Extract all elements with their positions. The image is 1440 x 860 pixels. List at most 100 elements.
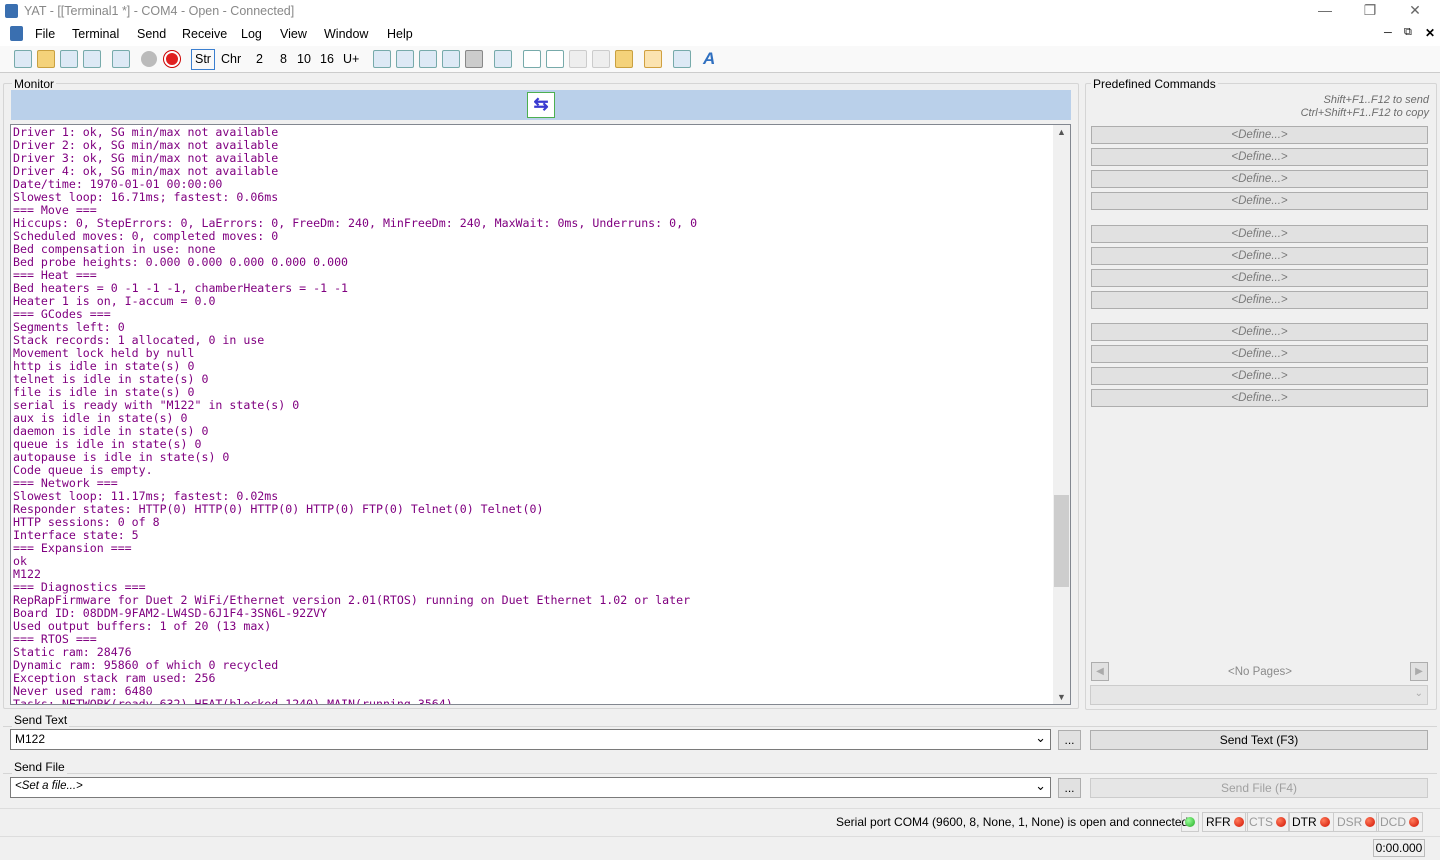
terminal-icon: [10, 26, 23, 41]
predefined-command-button[interactable]: <Define...>: [1091, 323, 1428, 341]
vertical-scrollbar[interactable]: ▲ ▼: [1053, 125, 1070, 704]
new-terminal-icon[interactable]: [14, 50, 32, 68]
predefined-command-button[interactable]: <Define...>: [1091, 225, 1428, 243]
scroll-up-icon[interactable]: ▲: [1057, 127, 1066, 137]
refresh-icon[interactable]: [396, 50, 414, 68]
log-view-icon[interactable]: [592, 50, 610, 68]
send-hint: Shift+F1..F12 to send: [1323, 94, 1429, 106]
menu-bar: File Terminal Send Receive Log View Wind…: [0, 22, 1440, 46]
prev-page-button[interactable]: ◀: [1091, 662, 1109, 681]
send-text-button[interactable]: Send Text (F3): [1090, 730, 1428, 750]
radix-10-button[interactable]: 10: [297, 52, 311, 66]
monitor-line: Slowest loop: 16.71ms; fastest: 0.06ms: [13, 190, 279, 204]
terminal-settings-icon[interactable]: [112, 50, 130, 68]
send-text-label: Send Text: [12, 713, 70, 727]
predefined-command-button[interactable]: <Define...>: [1091, 192, 1428, 210]
predefined-command-button[interactable]: <Define...>: [1091, 291, 1428, 309]
radix-16-button[interactable]: 16: [320, 52, 334, 66]
scroll-thumb[interactable]: [1054, 495, 1069, 587]
signal-rfr[interactable]: RFR: [1202, 812, 1248, 832]
bidirectional-icon[interactable]: ⇆: [527, 92, 555, 118]
send-text-browse-button[interactable]: ...: [1058, 730, 1081, 750]
page-select[interactable]: ⌄: [1090, 685, 1428, 705]
log-on-icon[interactable]: [546, 50, 564, 68]
save-terminal-icon[interactable]: [60, 50, 78, 68]
predefined-command-button[interactable]: <Define...>: [1091, 345, 1428, 363]
signal-label: DTR: [1292, 815, 1317, 829]
menu-receive[interactable]: Receive: [182, 27, 227, 41]
signal-label: DSR: [1337, 815, 1363, 829]
print-icon[interactable]: [465, 50, 483, 68]
menu-send[interactable]: Send: [137, 27, 166, 41]
mdi-restore-button[interactable]: ⧉: [1404, 26, 1412, 39]
radix-unicode-button[interactable]: U+: [343, 52, 359, 66]
signal-led-icon: [1233, 817, 1244, 827]
open-terminal-icon[interactable]: [37, 50, 55, 68]
title-bar: YAT - [[Terminal1 *] - COM4 - Open - Con…: [0, 0, 1440, 22]
radix-str-button[interactable]: Str: [191, 49, 215, 70]
signal-dtr[interactable]: DTR: [1288, 812, 1334, 832]
close-button[interactable]: ✕: [1400, 2, 1430, 20]
send-text-value: M122: [15, 732, 46, 746]
monitor-line: Used output buffers: 1 of 20 (13 max): [13, 619, 272, 633]
restore-button[interactable]: ❐: [1355, 2, 1385, 20]
log-folder-icon[interactable]: [615, 50, 633, 68]
copy-icon[interactable]: [419, 50, 437, 68]
send-file-label: Send File: [12, 760, 67, 774]
log-settings-icon[interactable]: [523, 50, 541, 68]
log-off-icon[interactable]: [569, 50, 587, 68]
send-file-input[interactable]: <Set a file...> ⌄: [10, 777, 1051, 798]
find-icon[interactable]: [494, 50, 512, 68]
menu-terminal[interactable]: Terminal: [72, 27, 119, 41]
next-page-button[interactable]: ▶: [1410, 662, 1428, 681]
send-file-browse-button[interactable]: ...: [1058, 778, 1081, 798]
signal-dcd[interactable]: DCD: [1376, 812, 1423, 832]
send-text-input[interactable]: M122 ⌄: [10, 729, 1051, 750]
menu-help[interactable]: Help: [387, 27, 413, 41]
chevron-down-icon[interactable]: ⌄: [1035, 730, 1046, 746]
comment-icon[interactable]: [644, 50, 662, 68]
predefined-command-button[interactable]: <Define...>: [1091, 247, 1428, 265]
monitor-line: Tasks: NETWORK(ready,632) HEAT(blocked,1…: [13, 697, 453, 705]
chevron-down-icon[interactable]: ⌄: [1035, 778, 1046, 794]
predefined-command-button[interactable]: <Define...>: [1091, 269, 1428, 287]
predefined-command-button[interactable]: <Define...>: [1091, 148, 1428, 166]
save-all-icon[interactable]: [83, 50, 101, 68]
send-file-button[interactable]: Send File (F4): [1090, 778, 1428, 798]
radix-8-button[interactable]: 8: [280, 52, 287, 66]
predefined-command-button[interactable]: <Define...>: [1091, 126, 1428, 144]
minimize-button[interactable]: —: [1310, 2, 1340, 20]
menu-log[interactable]: Log: [241, 27, 262, 41]
menu-view[interactable]: View: [280, 27, 307, 41]
copy-hint: Ctrl+Shift+F1..F12 to copy: [1300, 107, 1429, 119]
predefined-command-button[interactable]: <Define...>: [1091, 367, 1428, 385]
signal-cts[interactable]: CTS: [1245, 812, 1290, 832]
status-divider: [0, 808, 1440, 809]
menu-window[interactable]: Window: [324, 27, 368, 41]
format-icon[interactable]: [373, 50, 391, 68]
mdi-close-button[interactable]: ✕: [1425, 26, 1435, 40]
monitor-line: === Expansion ===: [13, 541, 132, 555]
save-monitor-icon[interactable]: [442, 50, 460, 68]
radix-2-button[interactable]: 2: [256, 52, 263, 66]
predefined-command-button[interactable]: <Define...>: [1091, 170, 1428, 188]
monitor-lines: Driver 1: ok, SG min/max not available Dr…: [13, 126, 697, 705]
status-divider-2: [0, 836, 1440, 837]
mdi-minimize-button[interactable]: ─: [1384, 27, 1392, 39]
send-text-divider: [3, 726, 1437, 727]
radix-chr-button[interactable]: Chr: [221, 52, 241, 66]
menu-file[interactable]: File: [35, 27, 55, 41]
signal-led-icon: [1319, 817, 1330, 827]
font-icon[interactable]: A: [703, 49, 715, 69]
scroll-down-icon[interactable]: ▼: [1057, 692, 1066, 702]
status-text: Serial port COM4 (9600, 8, None, 1, None…: [836, 815, 1189, 829]
monitor-direction-bar: ⇆: [11, 90, 1071, 120]
connection-led: [1181, 812, 1199, 832]
monitor-terminal[interactable]: Driver 1: ok, SG min/max not available Dr…: [10, 124, 1071, 705]
open-port-icon[interactable]: [141, 51, 157, 67]
mail-icon[interactable]: [673, 50, 691, 68]
signal-dsr[interactable]: DSR: [1333, 812, 1380, 832]
predefined-command-button[interactable]: <Define...>: [1091, 389, 1428, 407]
page-label: <No Pages>: [1228, 666, 1292, 678]
close-port-icon[interactable]: [164, 51, 180, 67]
